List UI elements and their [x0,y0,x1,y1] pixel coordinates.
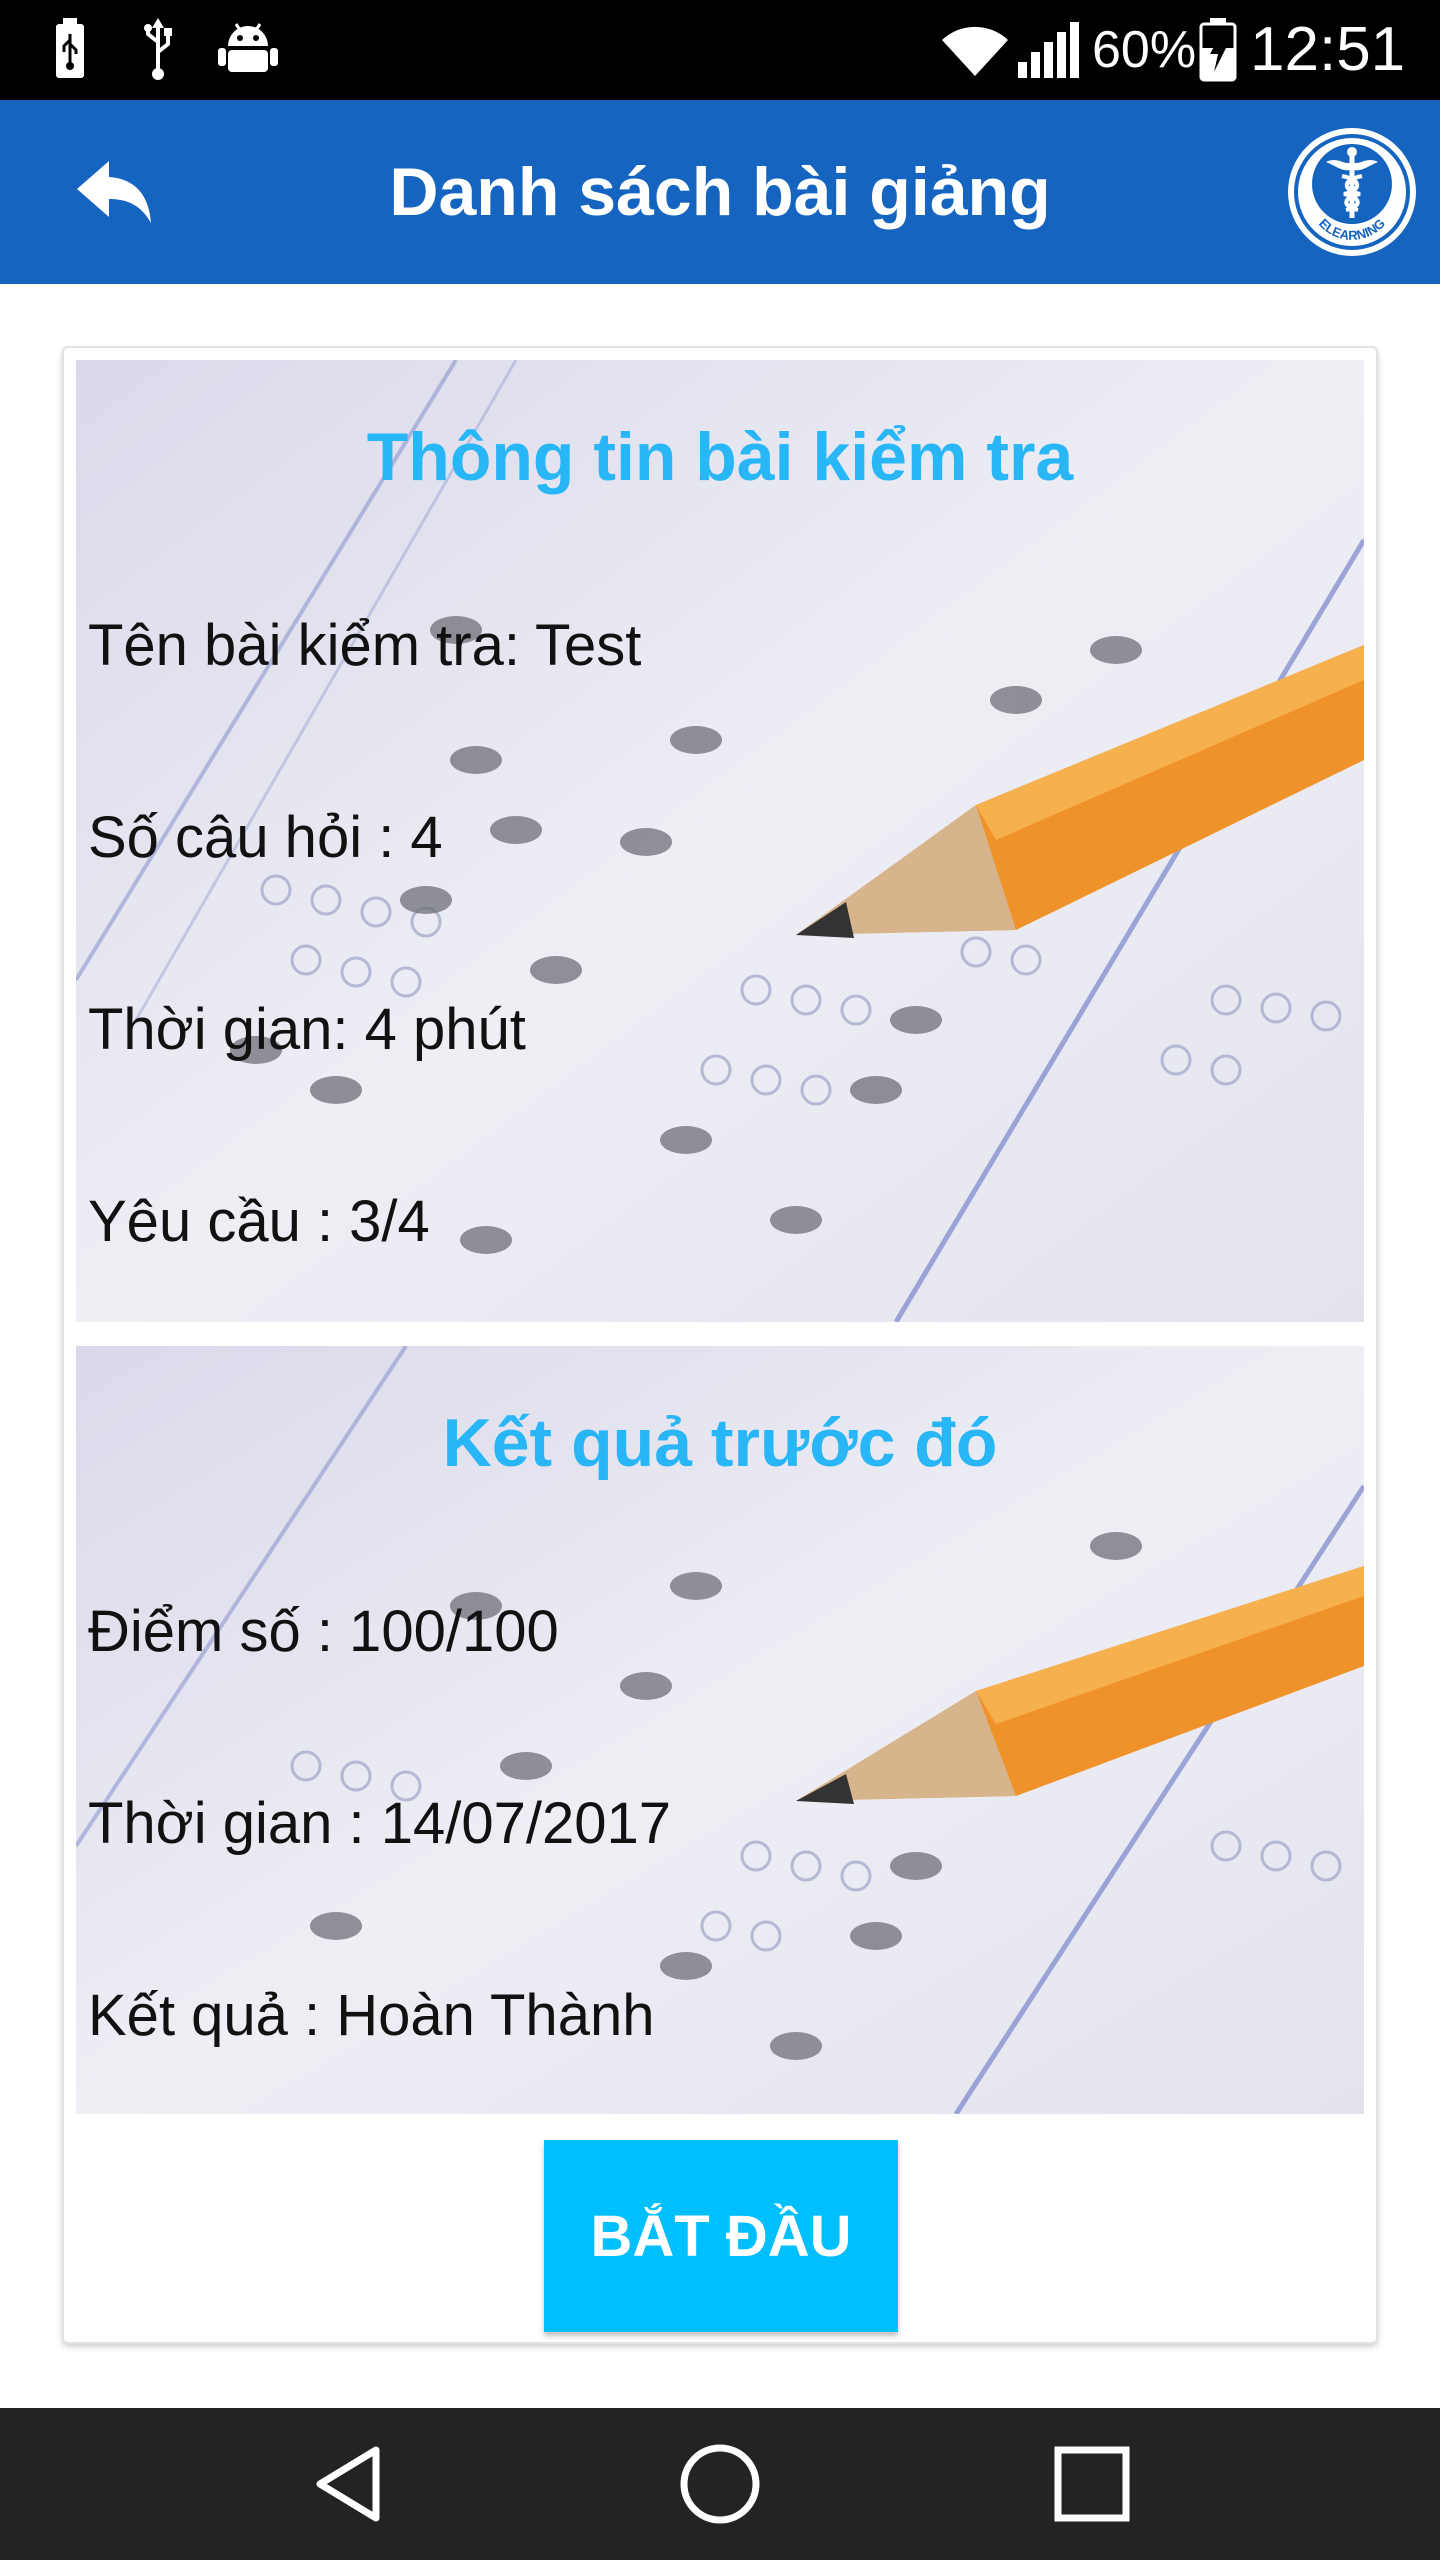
previous-score: Điểm số : 100/100 [88,1599,559,1664]
test-name: Tên bài kiểm tra: Test [88,613,642,678]
usb-battery-icon [56,18,84,78]
previous-status: Kết quả : Hoàn Thành [88,1983,655,2048]
question-count: Số câu hỏi : 4 [88,805,443,870]
nav-recents-button[interactable] [1012,2424,1172,2544]
previous-date: Thời gian : 14/07/2017 [88,1791,672,1856]
battery-charging-icon [1199,18,1237,82]
status-bar: 60% 12:51 [0,0,1440,100]
previous-result-heading: Kết quả trước đó [442,1405,998,1481]
previous-result-panel: Kết quả trước đó Điểm số : 100/100 Thời … [76,1346,1364,2114]
caduceus-icon: ELEARNING [1294,134,1410,250]
system-nav-bar [0,2408,1440,2560]
battery-percent: 60% [1092,21,1197,79]
back-triangle-icon [316,2446,380,2522]
signal-icon [1018,22,1079,78]
test-card: Thông tin bài kiểm tra Tên bài kiểm tra:… [62,346,1378,2344]
test-info-panel: Thông tin bài kiểm tra Tên bài kiểm tra:… [76,360,1364,1322]
test-duration: Thời gian: 4 phút [88,997,526,1062]
usb-icon [144,18,172,80]
test-info-heading: Thông tin bài kiểm tra [366,419,1074,495]
clock: 12:51 [1250,15,1406,84]
nav-back-button[interactable] [270,2424,430,2544]
pass-requirement: Yêu cầu : 3/4 [88,1189,430,1254]
app-bar: Danh sách bài giảng ELEARNING [0,100,1440,284]
app-logo: ELEARNING [1288,128,1416,256]
page-title: Danh sách bài giảng [389,154,1051,230]
wifi-icon [942,26,1008,76]
home-circle-icon [680,2444,760,2524]
nav-home-button[interactable] [640,2424,800,2544]
recents-square-icon [1054,2446,1130,2522]
android-debug-icon [218,23,278,72]
start-button[interactable]: BẮT ĐẦU [544,2140,898,2332]
